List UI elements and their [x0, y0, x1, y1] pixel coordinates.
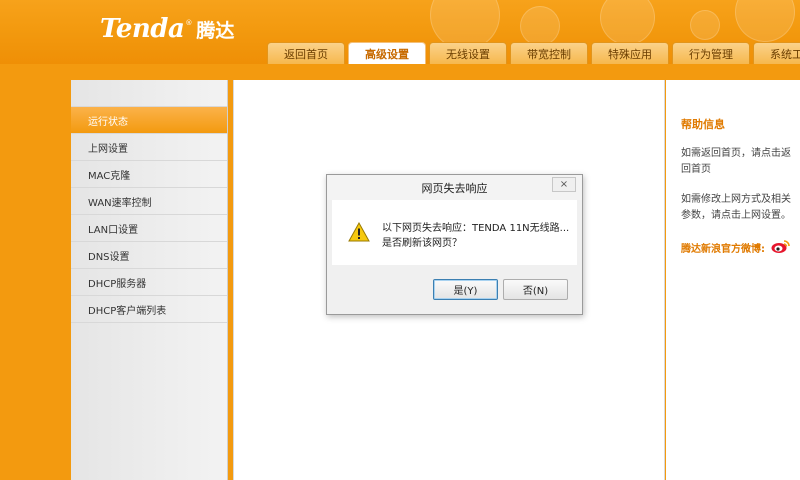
sidebar-item-dhcp-client-list[interactable]: DHCP客户端列表: [71, 296, 227, 323]
dialog-message-line1: 以下网页失去响应：TENDA 11N无线路...: [382, 223, 570, 234]
help-title: 帮助信息: [681, 118, 725, 131]
sidebar-item-mac-clone[interactable]: MAC克隆: [71, 161, 227, 188]
sidebar-item-internet-settings[interactable]: 上网设置: [71, 134, 227, 161]
help-panel: 帮助信息 如需返回首页，请点击返回首页 如需修改上网方式及相关参数，请点击上网设…: [666, 80, 800, 480]
sidebar-item-dhcp-server[interactable]: DHCP服务器: [71, 269, 227, 296]
yes-button[interactable]: 是(Y): [433, 279, 498, 300]
decor-bubble: [735, 0, 795, 42]
help-text-internet: 如需修改上网方式及相关参数，请点击上网设置。: [681, 194, 791, 221]
decor-bubble: [690, 10, 720, 40]
tenda-logo: Tenda ® 腾达: [100, 14, 234, 44]
tab-behavior-management[interactable]: 行为管理: [672, 42, 750, 64]
logo-text-cn: 腾达: [196, 20, 235, 42]
logo-text-en: Tenda: [100, 14, 185, 44]
sidebar-item-wan-rate-control[interactable]: WAN速率控制: [71, 188, 227, 215]
decor-bubble: [600, 0, 655, 45]
dialog-message-line2: 是否刷新该网页？: [382, 238, 462, 249]
close-icon: ×: [559, 179, 569, 190]
decor-bubble: [520, 6, 560, 46]
tab-wireless-settings[interactable]: 无线设置: [429, 42, 507, 64]
tab-system-tools[interactable]: 系统工具: [753, 42, 800, 64]
warning-icon: [348, 221, 370, 245]
main-nav-tabs: 返回首页 高级设置 无线设置 带宽控制 特殊应用 行为管理 系统工具: [267, 42, 800, 64]
dialog-title: 网页失去响应: [421, 181, 488, 195]
sidebar-menu: 运行状态 上网设置 MAC克隆 WAN速率控制 LAN口设置 DNS设置 DHC…: [71, 80, 228, 480]
dialog-body: 以下网页失去响应：TENDA 11N无线路... 是否刷新该网页？: [332, 200, 577, 265]
help-text-home: 如需返回首页，请点击返回首页: [681, 148, 791, 175]
tab-advanced-settings[interactable]: 高级设置: [348, 42, 426, 64]
tab-bandwidth-control[interactable]: 带宽控制: [510, 42, 588, 64]
header-banner: Tenda ® 腾达 返回首页 高级设置 无线设置 带宽控制 特殊应用 行为管理…: [0, 0, 800, 64]
weibo-label: 腾达新浪官方微博:: [681, 244, 765, 255]
dialog-close-button[interactable]: ×: [552, 177, 576, 192]
logo-registered-mark: ®: [185, 19, 193, 27]
weibo-link[interactable]: 腾达新浪官方微博:: [681, 238, 800, 257]
sidebar-item-lan-settings[interactable]: LAN口设置: [71, 215, 227, 242]
dialog-titlebar[interactable]: 网页失去响应 ×: [327, 175, 582, 200]
unresponsive-page-dialog: 网页失去响应 × 以下网页失去响应：TENDA 11N无线路... 是否刷新该网…: [326, 174, 583, 315]
sidebar-item-running-status[interactable]: 运行状态: [71, 107, 227, 134]
tab-home[interactable]: 返回首页: [267, 42, 345, 64]
sidebar-item-dns-settings[interactable]: DNS设置: [71, 242, 227, 269]
sidebar-header: [71, 80, 227, 107]
tab-special-applications[interactable]: 特殊应用: [591, 42, 669, 64]
dialog-message: 以下网页失去响应：TENDA 11N无线路... 是否刷新该网页？: [382, 221, 569, 251]
no-button[interactable]: 否(N): [503, 279, 568, 300]
weibo-icon[interactable]: [771, 238, 791, 257]
